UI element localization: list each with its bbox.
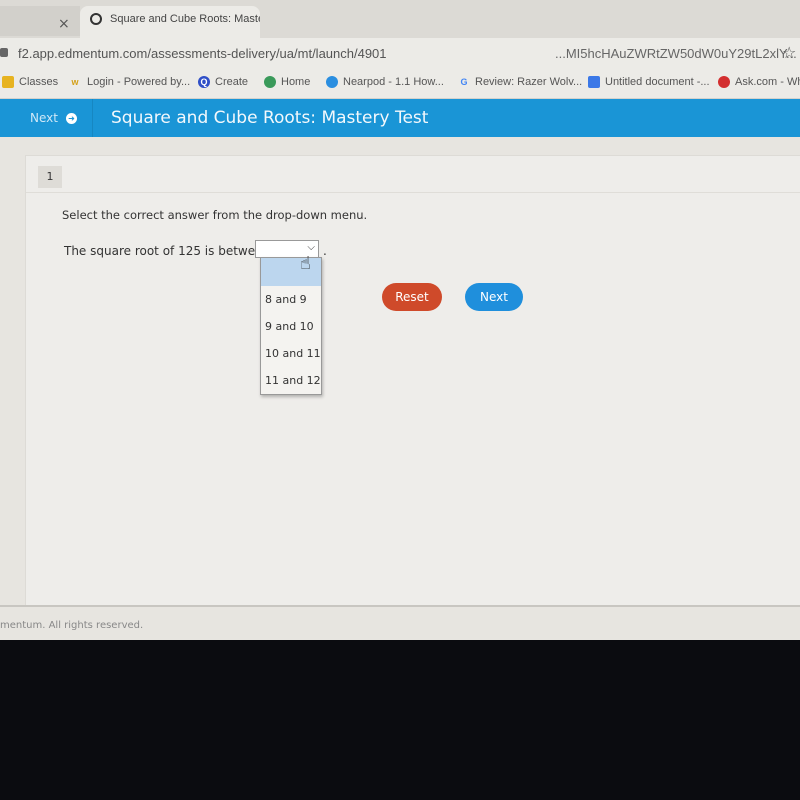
- question-card: 1 Select the correct answer from the dro…: [25, 155, 800, 607]
- docs-icon: [588, 76, 600, 88]
- nearpod-icon: [326, 76, 338, 88]
- google-icon: G: [460, 77, 468, 87]
- header-divider: [92, 99, 93, 137]
- bookmark-star-icon[interactable]: ☆: [782, 43, 796, 62]
- close-icon[interactable]: ×: [58, 16, 70, 32]
- dropdown-option[interactable]: 11 and 12: [261, 367, 321, 394]
- w-icon: w: [71, 77, 79, 87]
- question-instruction: Select the correct answer from the drop-…: [62, 208, 368, 222]
- tab-active[interactable]: Square and Cube Roots: Maste: [80, 6, 260, 38]
- bookmark-login[interactable]: w Login - Powered by...: [68, 76, 190, 88]
- classroom-icon: [2, 76, 14, 88]
- ask-icon: [718, 76, 730, 88]
- browser-window: × Square and Cube Roots: Maste f2.app.ed…: [0, 0, 800, 640]
- bookmark-review[interactable]: G Review: Razer Wolv...: [458, 76, 582, 88]
- url-text[interactable]: f2.app.edmentum.com/assessments-delivery…: [18, 46, 387, 61]
- header-next-button[interactable]: Next ➜: [30, 111, 77, 125]
- tab-previous[interactable]: ×: [0, 6, 80, 36]
- dropdown-options-list: 8 and 9 9 and 10 10 and 11 11 and 12: [260, 257, 322, 395]
- reset-button[interactable]: Reset: [382, 283, 442, 311]
- dropdown-option-blank[interactable]: [261, 258, 321, 286]
- bookmark-create[interactable]: Q Create: [198, 76, 248, 88]
- bookmark-nearpod[interactable]: Nearpod - 1.1 How...: [326, 76, 444, 88]
- footer-copyright: mentum. All rights reserved.: [0, 620, 144, 631]
- q-icon: Q: [198, 76, 210, 88]
- url-text-tail[interactable]: ...MI5hcHAuZWRtZW50dW0uY29tL2xlY...: [555, 46, 797, 61]
- dropdown-option[interactable]: 10 and 11: [261, 340, 321, 367]
- chevron-down-icon: ⌵: [307, 242, 315, 253]
- bookmark-untitled-doc[interactable]: Untitled document -...: [588, 76, 710, 88]
- page-title: Square and Cube Roots: Mastery Test: [111, 108, 429, 128]
- question-prompt: The square root of 125 is between: [64, 244, 271, 258]
- hand-cursor-icon: ☝: [300, 253, 311, 274]
- shield-icon: [264, 76, 276, 88]
- bookmarks-bar: Classes w Login - Powered by... Q Create H…: [0, 70, 800, 99]
- tab-title: Square and Cube Roots: Maste: [110, 13, 260, 25]
- dropdown-option[interactable]: 8 and 9: [261, 286, 321, 313]
- divider: [26, 192, 800, 193]
- bookmark-home[interactable]: Home: [264, 76, 310, 88]
- dropdown-option[interactable]: 9 and 10: [261, 313, 321, 340]
- arrow-right-circle-icon: ➜: [65, 112, 77, 124]
- bookmark-classes[interactable]: Classes: [2, 76, 58, 88]
- tab-strip: × Square and Cube Roots: Maste: [0, 0, 800, 38]
- footer-divider: [0, 605, 800, 607]
- app-header: Next ➜ Square and Cube Roots: Mastery Te…: [0, 99, 800, 137]
- address-bar[interactable]: f2.app.edmentum.com/assessments-delivery…: [0, 38, 800, 70]
- edge-favicon-icon: [90, 13, 102, 25]
- lock-icon: [0, 48, 8, 57]
- next-button[interactable]: Next: [465, 283, 523, 311]
- bookmark-ask[interactable]: Ask.com - Wh: [718, 76, 800, 88]
- prompt-period: .: [323, 244, 327, 258]
- question-number: 1: [38, 166, 62, 188]
